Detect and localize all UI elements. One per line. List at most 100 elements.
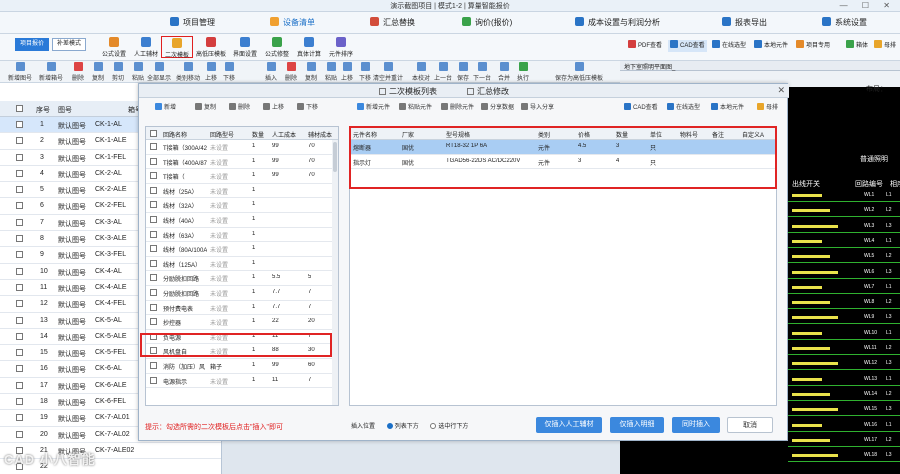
save-hv-template-button[interactable]: 保存为高低压模板 bbox=[548, 62, 610, 82]
menu-summary[interactable]: 汇总替换 bbox=[370, 17, 415, 31]
hv-lv-template-button[interactable]: 高低压模板 bbox=[196, 36, 226, 58]
template-row[interactable]: 线材（125A） 未设置 1 bbox=[146, 257, 338, 272]
body-calc-button[interactable]: 真体计算 bbox=[294, 36, 324, 58]
prev-button[interactable]: 上一台 bbox=[433, 62, 453, 82]
component-sort-button[interactable]: 元件排序 bbox=[326, 36, 356, 58]
radio-list-bottom[interactable]: 列表下方 bbox=[386, 423, 419, 430]
add-component-button[interactable]: 新增元件 bbox=[357, 102, 390, 111]
template-up-button[interactable]: 上移 bbox=[263, 102, 284, 111]
ui-settings-button[interactable]: 界面设置 bbox=[230, 36, 260, 58]
cut-button[interactable]: 剪切 bbox=[107, 62, 129, 82]
row-checkbox[interactable] bbox=[16, 381, 23, 389]
template-row[interactable]: 负电源 未设置 1 11 7 bbox=[146, 330, 338, 345]
template-row[interactable]: 线材（40A） 未设置 1 bbox=[146, 213, 338, 228]
row-checkbox[interactable] bbox=[16, 169, 23, 177]
cad-view-button[interactable]: CAD查看 bbox=[668, 40, 707, 52]
delete-button[interactable]: 删除 bbox=[67, 62, 89, 82]
select-all-checkbox[interactable] bbox=[16, 105, 23, 112]
delete-row-button[interactable]: 删除 bbox=[280, 62, 302, 82]
template-row[interactable]: 消防（加压）风 箱子 1 99 60 bbox=[146, 359, 338, 374]
row-checkbox[interactable] bbox=[16, 316, 23, 324]
row-checkbox[interactable] bbox=[150, 347, 157, 355]
radio-below-selected[interactable]: 选中行下方 bbox=[430, 423, 468, 430]
scroll-thumb[interactable] bbox=[333, 142, 337, 172]
add-template-button[interactable]: 新增 bbox=[155, 102, 176, 111]
row-checkbox[interactable] bbox=[150, 186, 157, 194]
row-checkbox[interactable] bbox=[16, 300, 23, 308]
select-all-checkbox[interactable] bbox=[150, 130, 157, 137]
busbar-dialog-button[interactable]: 母排 bbox=[757, 102, 778, 111]
cad-view-dialog-button[interactable]: CAD查看 bbox=[624, 102, 658, 111]
row-checkbox[interactable] bbox=[150, 361, 157, 369]
busbar-button[interactable]: 母排 bbox=[874, 40, 896, 52]
component-row[interactable]: 指示灯 国优 TGAD56-22DS AC/DC220V 元件 3 4 只 bbox=[350, 155, 776, 170]
row-checkbox[interactable] bbox=[16, 153, 23, 161]
row-checkbox[interactable] bbox=[150, 274, 157, 282]
template-row[interactable]: T接箱（ 未设置 1 99 70 bbox=[146, 169, 338, 184]
row-checkbox[interactable] bbox=[16, 235, 23, 243]
execute-button[interactable]: 执行 bbox=[512, 62, 534, 82]
row-checkbox[interactable] bbox=[16, 251, 23, 259]
paste-component-button[interactable]: 粘贴元件 bbox=[399, 102, 432, 111]
row-checkbox[interactable] bbox=[150, 376, 157, 384]
row-checkbox[interactable] bbox=[16, 267, 23, 275]
cancel-button[interactable]: 取消 bbox=[727, 417, 773, 433]
menu-project[interactable]: 项目管理 bbox=[170, 17, 215, 31]
row-checkbox[interactable] bbox=[16, 186, 23, 194]
labor-aux-button[interactable]: 人工辅材 bbox=[131, 36, 161, 58]
row-checkbox[interactable] bbox=[150, 201, 157, 209]
menu-cost[interactable]: 成本设置与利润分析 bbox=[575, 17, 660, 31]
online-select-button[interactable]: 在线选型 bbox=[712, 40, 746, 52]
menu-settings[interactable]: 系统设置 bbox=[822, 17, 867, 31]
row-checkbox[interactable] bbox=[16, 349, 23, 357]
next-button[interactable]: 下一台 bbox=[472, 62, 492, 82]
formula-fix-button[interactable]: 公式修整 bbox=[262, 36, 292, 58]
cabinet-button[interactable]: 箱体 bbox=[846, 40, 868, 52]
row-checkbox[interactable] bbox=[16, 398, 23, 406]
cad-file-tab[interactable]: 地下室照明平面图_ bbox=[624, 62, 675, 71]
row-checkbox[interactable] bbox=[150, 259, 157, 267]
row-checkbox[interactable] bbox=[16, 283, 23, 291]
row-checkbox[interactable] bbox=[150, 230, 157, 238]
menu-device-list[interactable]: 设备清单 bbox=[270, 17, 315, 31]
add-figure-button[interactable]: 新增图号 bbox=[6, 62, 34, 82]
import-share-button[interactable]: 导入分享 bbox=[521, 102, 554, 111]
template-row[interactable]: 线材（32A） 未设置 1 bbox=[146, 198, 338, 213]
show-all-button[interactable]: 全部显示 bbox=[145, 62, 173, 82]
row-checkbox[interactable] bbox=[150, 303, 157, 311]
tab-summary-edit[interactable]: 汇总修改 bbox=[467, 86, 509, 97]
local-component-button[interactable]: 本地元件 bbox=[754, 40, 788, 52]
template-down-button[interactable]: 下移 bbox=[297, 102, 318, 111]
row-checkbox[interactable] bbox=[150, 288, 157, 296]
insert-detail-only-button[interactable]: 仅插入明细 bbox=[610, 417, 664, 433]
check-button[interactable]: 本校对 bbox=[408, 62, 434, 82]
menu-report[interactable]: 报表导出 bbox=[722, 17, 767, 31]
tab-template-list[interactable]: 二次模板列表 bbox=[379, 86, 437, 97]
template-row[interactable]: 分励脱扣回路 未设置 1 7.7 7 bbox=[146, 286, 338, 301]
save-button[interactable]: 保存 bbox=[452, 62, 474, 82]
pdf-view-button[interactable]: PDF查看 bbox=[628, 40, 662, 52]
online-select-dialog-button[interactable]: 在线选型 bbox=[667, 102, 700, 111]
template-scrollbar[interactable] bbox=[332, 140, 338, 405]
row-checkbox[interactable] bbox=[150, 332, 157, 340]
row-checkbox[interactable] bbox=[16, 332, 23, 340]
secondary-template-button[interactable]: 二次模板 bbox=[161, 36, 193, 59]
template-row[interactable]: T接箱（400A/8720未设置 1 99 70 bbox=[146, 155, 338, 170]
window-controls[interactable]: — ☐ ✕ bbox=[840, 1, 896, 10]
row-checkbox[interactable] bbox=[16, 218, 23, 226]
template-row[interactable]: 抄控器 未设置 1 22 20 bbox=[146, 315, 338, 330]
insert-both-button[interactable]: 同时插入 bbox=[672, 417, 720, 433]
row-checkbox[interactable] bbox=[150, 157, 157, 165]
template-row[interactable]: 预付费电表 未设置 1 7.7 7 bbox=[146, 301, 338, 316]
clear-recalc-button[interactable]: 清空并重计 bbox=[372, 62, 404, 82]
insert-labor-only-button[interactable]: 仅插入人工辅材 bbox=[536, 417, 602, 433]
move-down-button[interactable]: 下移 bbox=[218, 62, 240, 82]
row-checkbox[interactable] bbox=[150, 245, 157, 253]
row-checkbox[interactable] bbox=[150, 215, 157, 223]
row-checkbox[interactable] bbox=[150, 143, 157, 150]
row-checkbox[interactable] bbox=[16, 202, 23, 210]
tab-diff-mode[interactable]: 补差模式 bbox=[52, 38, 86, 51]
template-row[interactable]: 电源指示 未设置 1 11 7 bbox=[146, 374, 338, 389]
copy-button[interactable]: 复制 bbox=[87, 62, 109, 82]
close-icon[interactable]: ✕ bbox=[777, 85, 785, 96]
